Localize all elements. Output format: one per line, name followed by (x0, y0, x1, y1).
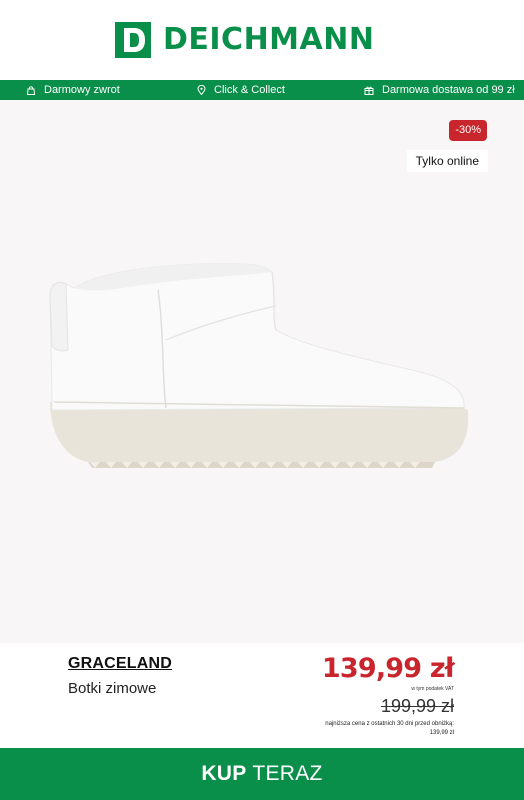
product-info: GRACELAND Botki zimowe 139,99 zł w tym p… (0, 643, 524, 748)
usp-label: Click & Collect (214, 84, 285, 96)
buy-now-label-bold: KUP (201, 762, 247, 785)
header: DEICHMANN (0, 0, 524, 80)
usp-label: Darmowa dostawa od 99 zł (382, 84, 515, 96)
lowest-price-note: najniższa cena z ostatnich 30 dni przed … (325, 720, 454, 738)
product-image-ankle-boot (49, 263, 469, 468)
logo-text: DEICHMANN (163, 22, 375, 57)
product-model: Botki zimowe (68, 680, 157, 697)
vat-note: w tym podatek VAT (411, 686, 454, 692)
online-only-badge: Tylko online (406, 150, 488, 172)
usp-free-returns[interactable]: Darmowy zwrot (26, 80, 120, 100)
usp-bar: Darmowy zwrot Click & Collect Darmowa do… (0, 80, 524, 100)
gift-icon (364, 86, 374, 95)
usp-label: Darmowy zwrot (44, 84, 120, 96)
product-brand[interactable]: GRACELAND (68, 655, 172, 673)
deichmann-logo[interactable]: DEICHMANN (115, 22, 374, 58)
old-price: 199,99 zł (380, 696, 454, 716)
product-image-area[interactable]: -30% Tylko online (0, 100, 524, 643)
location-pin-icon (197, 85, 206, 95)
lowest-price-value: 139,99 zł (429, 730, 454, 736)
lowest-price-label: najniższa cena z ostatnich 30 dni przed … (325, 721, 454, 727)
current-price: 139,99 zł (321, 653, 455, 684)
discount-badge: -30% (449, 120, 487, 141)
buy-now-button[interactable]: KUP TERAZ (0, 748, 524, 800)
bag-icon (26, 86, 36, 95)
usp-free-delivery[interactable]: Darmowa dostawa od 99 zł (364, 80, 515, 100)
buy-now-label-rest: TERAZ (246, 762, 323, 785)
logo-mark (115, 22, 151, 58)
usp-click-collect[interactable]: Click & Collect (197, 80, 285, 100)
